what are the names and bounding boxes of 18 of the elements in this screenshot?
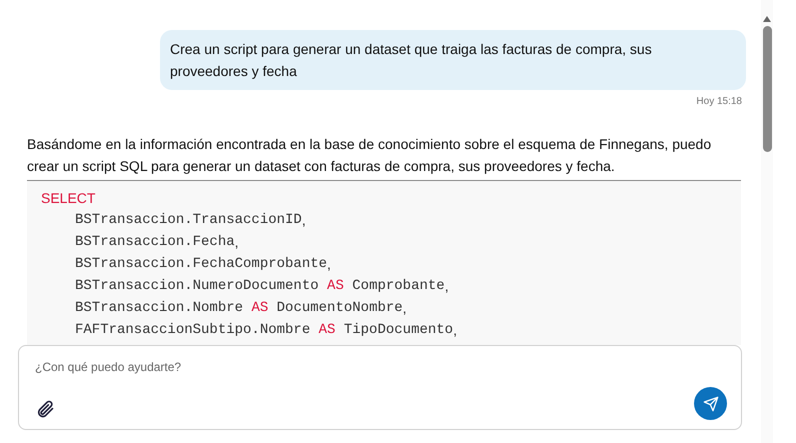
scrollbar-thumb[interactable] bbox=[762, 26, 772, 152]
send-icon bbox=[702, 396, 718, 412]
code-line: BSTransaccion.NumeroDocumento AS Comprobante, bbox=[74, 277, 449, 296]
code-line: BSTransaccion.Fecha, bbox=[74, 233, 239, 252]
user-message: Crea un script para generar un dataset que traiga las facturas de compra, sus proveedores y fecha bbox=[160, 30, 746, 90]
paperclip-icon[interactable] bbox=[35, 399, 55, 419]
message-composer[interactable]: ¿Con qué puedo ayudarte? bbox=[18, 345, 742, 430]
send-button[interactable] bbox=[694, 387, 727, 420]
scroll-up-icon[interactable] bbox=[763, 16, 771, 22]
code-line: SELECT bbox=[41, 189, 96, 208]
assistant-message: Basándome en la información encontrada en la base de conocimiento sobre el esquema de Finnegans, puedo crear un script SQL para generar un dataset con facturas de compra, sus proveedores y fecha. bbox=[27, 135, 712, 176]
scrollbar[interactable] bbox=[761, 0, 773, 443]
code-line: BSTransaccion.TransaccionID, bbox=[74, 211, 306, 230]
code-line: FAFTransaccionSubtipo.Nombre AS TipoDocumento, bbox=[74, 321, 457, 340]
message-input[interactable]: ¿Con qué puedo ayudarte? bbox=[35, 358, 725, 376]
message-time: Hoy 15:18 bbox=[696, 95, 742, 109]
code-line: BSTransaccion.Nombre AS DocumentoNombre, bbox=[74, 299, 407, 318]
code-line: BSTransaccion.FechaComprobante, bbox=[74, 255, 331, 274]
